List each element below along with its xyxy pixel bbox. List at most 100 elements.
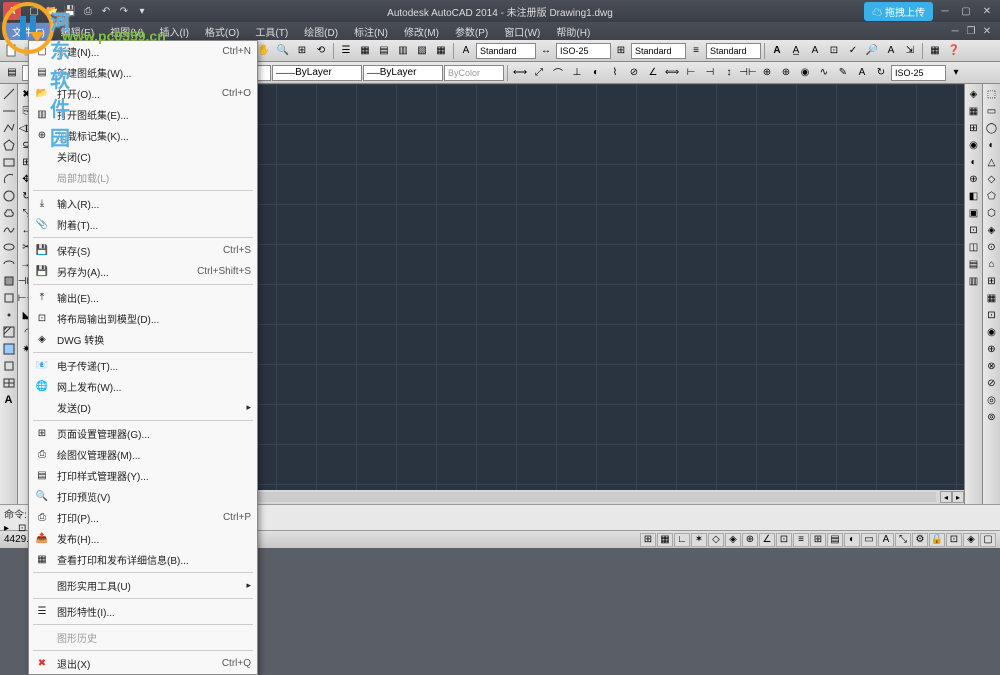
arc-icon[interactable] <box>1 171 17 187</box>
rb19-icon[interactable]: ◎ <box>984 392 1000 408</box>
qat-print-icon[interactable]: ⎙ <box>80 3 96 19</box>
dimtedit-icon[interactable]: A <box>853 64 871 82</box>
menu-item-exit[interactable]: ✖退出(X)Ctrl+Q <box>29 653 257 674</box>
mtext-icon[interactable]: A <box>806 42 824 60</box>
rb8-icon[interactable]: ⬡ <box>984 205 1000 221</box>
rb2-icon[interactable]: ▭ <box>984 103 1000 119</box>
dimstyle-dd-icon[interactable]: ▾ <box>947 64 965 82</box>
menu-help[interactable]: 帮助(H) <box>550 23 596 40</box>
dim-break-icon[interactable]: ⊣⊢ <box>739 64 757 82</box>
rb9-icon[interactable]: ◈ <box>984 222 1000 238</box>
mdi-close-button[interactable]: ✕ <box>980 25 994 37</box>
snap-toggle[interactable]: ⊞ <box>640 533 656 547</box>
qat-save-icon[interactable]: 💾 <box>62 3 78 19</box>
text-a-icon[interactable]: A <box>768 42 786 60</box>
ducs-toggle[interactable]: ∠ <box>759 533 775 547</box>
linetype-combo[interactable]: ─── ByLayer <box>272 65 362 81</box>
qat-open-icon[interactable]: 📂 <box>44 3 60 19</box>
menu-item-load[interactable]: ⊕加载标记集(K)... <box>29 125 257 146</box>
menu-param[interactable]: 参数(P) <box>449 23 494 40</box>
menu-modify[interactable]: 修改(M) <box>398 23 445 40</box>
rb18-icon[interactable]: ⊘ <box>984 375 1000 391</box>
app-icon[interactable]: A <box>3 2 21 20</box>
lwt-toggle[interactable]: ≡ <box>793 533 809 547</box>
zoom-prev-icon[interactable]: ⟲ <box>312 42 330 60</box>
rb1-icon[interactable]: ⬚ <box>984 86 1000 102</box>
textstyle-icon[interactable]: A <box>457 42 475 60</box>
mtext2-icon[interactable]: A <box>1 392 17 408</box>
textstyle-combo[interactable]: Standard <box>476 43 536 59</box>
menu-item-page-setup[interactable]: ⊞页面设置管理器(G)... <box>29 423 257 444</box>
dim-quick-icon[interactable]: ⟺ <box>663 64 681 82</box>
ellipse-icon[interactable] <box>1 239 17 255</box>
qp-toggle[interactable]: ▤ <box>827 533 843 547</box>
model-toggle[interactable]: ▭ <box>861 533 877 547</box>
dyn-toggle[interactable]: ⊡ <box>776 533 792 547</box>
menu-item-print[interactable]: ⎙打印(P)...Ctrl+P <box>29 507 257 528</box>
close-button[interactable]: ✕ <box>978 4 996 18</box>
r4-icon[interactable]: ◉ <box>966 137 982 153</box>
sheet-set-icon[interactable]: ▥ <box>394 42 412 60</box>
mdi-minimize-button[interactable]: ─ <box>948 25 962 37</box>
menu-view[interactable]: 视图(V) <box>104 23 149 40</box>
menu-item-save[interactable]: 💾保存(S)Ctrl+S <box>29 240 257 261</box>
hscroll-right-icon[interactable]: ▸ <box>952 491 964 503</box>
polar-toggle[interactable]: ✶ <box>691 533 707 547</box>
dimedit-icon[interactable]: ✎ <box>834 64 852 82</box>
rb16-icon[interactable]: ⊕ <box>984 341 1000 357</box>
menu-item-attach[interactable]: 📎附着(T)... <box>29 214 257 235</box>
ellipse-arc-icon[interactable] <box>1 256 17 272</box>
menu-item-sheet[interactable]: ▤新建图纸集(W)... <box>29 62 257 83</box>
otrack-toggle[interactable]: ⊕ <box>742 533 758 547</box>
maximize-button[interactable]: ▢ <box>957 4 975 18</box>
zoom-window-icon[interactable]: ⊞ <box>293 42 311 60</box>
rb7-icon[interactable]: ⬠ <box>984 188 1000 204</box>
ortho-toggle[interactable]: ∟ <box>674 533 690 547</box>
dim-jog-line-icon[interactable]: ∿ <box>815 64 833 82</box>
scale-toggle[interactable]: ⤡ <box>895 533 911 547</box>
menu-item-publish[interactable]: 📤发布(H)... <box>29 528 257 549</box>
spline-icon[interactable] <box>1 222 17 238</box>
table-icon[interactable]: ▦ <box>926 42 944 60</box>
calc-icon[interactable]: ▦ <box>432 42 450 60</box>
lineweight-combo[interactable]: ── ByLayer <box>363 65 443 81</box>
r5-icon[interactable]: ◐ <box>966 154 982 170</box>
field-icon[interactable]: ⊡ <box>825 42 843 60</box>
textedit-icon[interactable]: A <box>882 42 900 60</box>
menu-item-open[interactable]: 📂打开(O)...Ctrl+O <box>29 83 257 104</box>
menu-item-saveas[interactable]: 💾另存为(A)...Ctrl+Shift+S <box>29 261 257 282</box>
dim-base-icon[interactable]: ⊢ <box>682 64 700 82</box>
minimize-button[interactable]: ─ <box>936 4 954 18</box>
qat-new-icon[interactable]: ▢ <box>26 3 42 19</box>
rb11-icon[interactable]: ⌂ <box>984 256 1000 272</box>
dim-dia-icon[interactable]: ⊘ <box>625 64 643 82</box>
gradient-icon[interactable] <box>1 341 17 357</box>
layer-props-icon[interactable]: ▤ <box>3 64 21 82</box>
rb13-icon[interactable]: ▦ <box>984 290 1000 306</box>
point-icon[interactable] <box>1 307 17 323</box>
clean-toggle[interactable]: ▢ <box>980 533 996 547</box>
rb20-icon[interactable]: ⊚ <box>984 409 1000 425</box>
rb14-icon[interactable]: ⊡ <box>984 307 1000 323</box>
menu-item-new[interactable]: ▢新建(N)...Ctrl+N <box>29 41 257 62</box>
rb15-icon[interactable]: ◉ <box>984 324 1000 340</box>
plotstyle-combo[interactable]: ByColor <box>444 65 504 81</box>
tool-pal-icon[interactable]: ▤ <box>375 42 393 60</box>
rb10-icon[interactable]: ⊙ <box>984 239 1000 255</box>
circle-icon[interactable] <box>1 188 17 204</box>
zoom-icon[interactable]: 🔍 <box>274 42 292 60</box>
menu-item-view-plot[interactable]: ▦查看打印和发布详细信息(B)... <box>29 549 257 570</box>
polygon-icon[interactable] <box>1 137 17 153</box>
r12-icon[interactable]: ▥ <box>966 273 982 289</box>
dim-ord-icon[interactable]: ⊥ <box>568 64 586 82</box>
dim-ang-icon[interactable]: ∠ <box>644 64 662 82</box>
menu-file[interactable]: 文件(F) <box>6 23 51 40</box>
menu-item-properties[interactable]: ☰图形特性(I)... <box>29 601 257 622</box>
rb5-icon[interactable]: △ <box>984 154 1000 170</box>
menu-edit[interactable]: 编辑(E) <box>55 23 100 40</box>
dimstyle2-combo[interactable]: ISO-25 <box>891 65 946 81</box>
menu-item-web[interactable]: 🌐网上发布(W)... <box>29 376 257 397</box>
props-icon[interactable]: ☰ <box>337 42 355 60</box>
rect-icon[interactable] <box>1 154 17 170</box>
mlstyle-combo[interactable]: Standard <box>706 43 761 59</box>
